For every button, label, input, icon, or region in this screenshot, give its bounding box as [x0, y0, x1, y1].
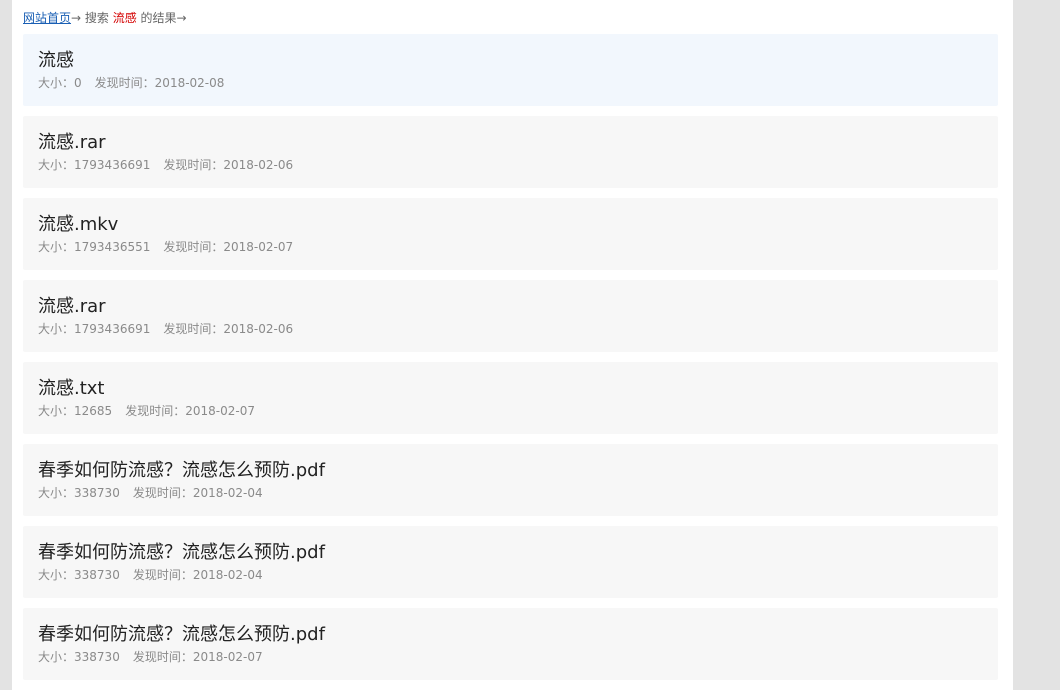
found-date: 2018-02-06: [223, 322, 294, 336]
found-label: 发现时间：: [94, 76, 155, 90]
result-meta: 大小：1793436691 发现时间：2018-02-06: [38, 157, 998, 173]
result-meta: 大小：338730 发现时间：2018-02-04: [38, 485, 998, 501]
page-container: 网站首页→ 搜索 流感 的结果→ 流感 大小：0 发现时间：2018-02-08 …: [12, 0, 1013, 690]
result-meta: 大小：338730 发现时间：2018-02-04: [38, 567, 998, 583]
result-item[interactable]: 流感.rar 大小：1793436691 发现时间：2018-02-06: [23, 116, 998, 188]
result-item[interactable]: 流感.rar 大小：1793436691 发现时间：2018-02-06: [23, 280, 998, 352]
result-title[interactable]: 流感.rar: [38, 131, 998, 155]
result-title[interactable]: 春季如何防流感？流感怎么预防.pdf: [38, 459, 998, 483]
size-label: 大小：: [38, 76, 75, 90]
found-date: 2018-02-04: [192, 486, 263, 500]
size-value: 338730: [74, 486, 120, 500]
size-label: 大小：: [38, 158, 75, 172]
result-title[interactable]: 春季如何防流感？流感怎么预防.pdf: [38, 541, 998, 565]
result-item[interactable]: 流感.txt 大小：12685 发现时间：2018-02-07: [23, 362, 998, 434]
home-link[interactable]: 网站首页: [23, 11, 71, 25]
result-item[interactable]: 流感.mkv 大小：1793436551 发现时间：2018-02-07: [23, 198, 998, 270]
result-item[interactable]: 春季如何防流感？流感怎么预防.pdf 大小：338730 发现时间：2018-02…: [23, 608, 998, 680]
search-keyword: 流感: [112, 11, 137, 25]
found-label: 发现时间：: [132, 568, 193, 582]
found-label: 发现时间：: [132, 650, 193, 664]
found-date: 2018-02-07: [192, 650, 263, 664]
size-label: 大小：: [38, 404, 75, 418]
result-meta: 大小：0 发现时间：2018-02-08: [38, 75, 998, 91]
result-title[interactable]: 流感.mkv: [38, 213, 998, 237]
size-value: 338730: [74, 568, 120, 582]
found-date: 2018-02-06: [223, 158, 294, 172]
result-title[interactable]: 流感.rar: [38, 295, 998, 319]
size-label: 大小：: [38, 322, 75, 336]
size-value: 1793436691: [74, 322, 151, 336]
result-item[interactable]: 春季如何防流感？流感怎么预防.pdf 大小：338730 发现时间：2018-02…: [23, 444, 998, 516]
found-label: 发现时间：: [163, 240, 224, 254]
result-title[interactable]: 流感.txt: [38, 377, 998, 401]
size-value: 0: [74, 76, 82, 90]
size-value: 12685: [74, 404, 113, 418]
found-date: 2018-02-04: [192, 568, 263, 582]
breadcrumb-search-text: → 搜索: [71, 11, 113, 25]
results-list: 流感 大小：0 发现时间：2018-02-08 流感.rar 大小：1793436…: [23, 34, 998, 690]
found-label: 发现时间：: [163, 158, 224, 172]
found-date: 2018-02-07: [223, 240, 294, 254]
size-label: 大小：: [38, 650, 75, 664]
result-title[interactable]: 流感: [38, 49, 998, 73]
found-label: 发现时间：: [132, 486, 193, 500]
size-label: 大小：: [38, 568, 75, 582]
found-date: 2018-02-07: [185, 404, 255, 418]
found-date: 2018-02-08: [154, 76, 225, 90]
result-meta: 大小：12685 发现时间：2018-02-07: [38, 403, 998, 419]
found-label: 发现时间：: [163, 322, 224, 336]
result-meta: 大小：338730 发现时间：2018-02-07: [38, 649, 998, 665]
breadcrumb: 网站首页→ 搜索 流感 的结果→: [23, 10, 187, 26]
size-value: 1793436691: [74, 158, 151, 172]
breadcrumb-suffix: 的结果→: [136, 11, 187, 25]
result-meta: 大小：1793436691 发现时间：2018-02-06: [38, 321, 998, 337]
result-meta: 大小：1793436551 发现时间：2018-02-07: [38, 239, 998, 255]
found-label: 发现时间：: [125, 404, 186, 418]
size-value: 1793436551: [74, 240, 151, 254]
result-item[interactable]: 春季如何防流感？流感怎么预防.pdf 大小：338730 发现时间：2018-02…: [23, 526, 998, 598]
size-label: 大小：: [38, 240, 75, 254]
result-title[interactable]: 春季如何防流感？流感怎么预防.pdf: [38, 623, 998, 647]
result-item[interactable]: 流感 大小：0 发现时间：2018-02-08: [23, 34, 998, 106]
size-label: 大小：: [38, 486, 75, 500]
size-value: 338730: [74, 650, 120, 664]
